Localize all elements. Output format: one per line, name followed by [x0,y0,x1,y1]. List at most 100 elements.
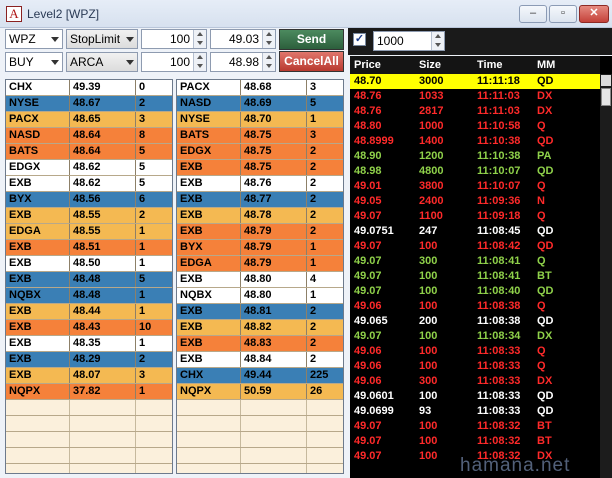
ask-row[interactable]: BYX 48.79 1 [177,240,343,256]
trade-row[interactable]: 49.07 100 11:08:32 BT [350,434,600,449]
trade-row[interactable]: 48.80 1000 11:10:58 Q [350,119,600,134]
order-type-combo[interactable]: StopLimit [66,29,138,49]
trade-row[interactable]: 49.06 100 11:08:33 Q [350,344,600,359]
ask-row[interactable]: EXB 48.82 2 [177,320,343,336]
ask-row[interactable]: PACX 48.68 3 [177,80,343,96]
time-sales-scrollbar[interactable] [600,74,612,478]
spin-up-icon[interactable] [435,34,441,38]
spin-down-icon[interactable] [266,41,272,45]
bid-row[interactable]: EXB 48.50 1 [6,256,172,272]
bid-row[interactable]: EXB 48.29 2 [6,352,172,368]
price-stepper[interactable]: 49.03 [210,29,276,49]
quantity-stepper[interactable]: 100 [141,29,207,49]
ask-row[interactable]: EXB 48.78 2 [177,208,343,224]
ask-row[interactable]: EXB 48.80 4 [177,272,343,288]
header-size[interactable]: Size [419,56,441,74]
spin-buttons[interactable] [193,53,206,71]
scroll-up-icon[interactable] [601,75,611,86]
spin-buttons[interactable] [431,32,444,50]
ask-row[interactable]: NQBX 48.80 1 [177,288,343,304]
header-time[interactable]: Time [477,56,502,74]
ask-row[interactable]: NQPX 50.59 26 [177,384,343,400]
trade-row[interactable]: 48.76 2817 11:11:03 DX [350,104,600,119]
bid-row[interactable]: BYX 48.56 6 [6,192,172,208]
ask-row[interactable]: NYSE 48.70 1 [177,112,343,128]
trade-row[interactable]: 49.07 1100 11:09:18 Q [350,209,600,224]
spin-up-icon[interactable] [197,32,203,36]
spin-up-icon[interactable] [266,32,272,36]
ask-row[interactable]: EXB 48.79 2 [177,224,343,240]
ask-row[interactable]: EXB 48.77 2 [177,192,343,208]
bid-row[interactable]: PACX 48.65 3 [6,112,172,128]
trade-row[interactable]: 49.07 100 11:08:42 QD [350,239,600,254]
route-combo[interactable]: ARCA [66,52,138,72]
trade-row[interactable]: 49.06 100 11:08:38 Q [350,299,600,314]
bid-row[interactable]: EXB 48.35 1 [6,336,172,352]
trade-row[interactable]: 49.07 100 11:08:41 BT [350,269,600,284]
bid-row[interactable]: EXB 48.48 5 [6,272,172,288]
bid-row[interactable]: EDGA 48.55 1 [6,224,172,240]
ask-row[interactable]: EDGA 48.79 1 [177,256,343,272]
bid-row[interactable]: EXB 48.07 3 [6,368,172,384]
trade-row[interactable]: 48.90 1200 11:10:38 PA [350,149,600,164]
trade-row[interactable]: 49.07 100 11:08:32 BT [350,419,600,434]
price-stepper-2[interactable]: 48.98 [210,52,276,72]
bid-row[interactable]: EXB 48.44 1 [6,304,172,320]
trade-row[interactable]: 49.06 300 11:08:33 DX [350,374,600,389]
ask-row[interactable]: EXB 48.75 2 [177,160,343,176]
bid-row[interactable]: CHX 49.39 0 [6,80,172,96]
bid-row[interactable]: NQPX 37.82 1 [6,384,172,400]
ask-row[interactable]: CHX 49.44 225 [177,368,343,384]
spin-down-icon[interactable] [266,64,272,68]
bid-row[interactable]: NYSE 48.67 2 [6,96,172,112]
trade-row[interactable]: 49.05 2400 11:09:36 N [350,194,600,209]
header-price[interactable]: Price [354,56,381,74]
ask-row[interactable]: EXB 48.76 2 [177,176,343,192]
spin-down-icon[interactable] [197,41,203,45]
trade-row[interactable]: 48.70 3000 11:11:18 QD [350,74,600,89]
trade-row[interactable]: 49.07 100 11:08:40 QD [350,284,600,299]
spin-down-icon[interactable] [435,43,441,47]
close-button[interactable]: ✕ [579,5,609,23]
trade-row[interactable]: 49.0699 93 11:08:33 QD [350,404,600,419]
spin-buttons[interactable] [262,53,275,71]
ask-row[interactable]: NASD 48.69 5 [177,96,343,112]
spin-buttons[interactable] [193,30,206,48]
trade-row[interactable]: 48.8999 1400 11:10:38 QD [350,134,600,149]
symbol-combo[interactable]: WPZ [5,29,63,49]
maximize-button[interactable]: ▫ [549,5,577,23]
trade-row[interactable]: 49.01 3800 11:10:07 Q [350,179,600,194]
minimize-button[interactable]: – [519,5,547,23]
time-sales-checkbox[interactable]: ✓ [353,33,366,46]
trade-row[interactable]: 48.98 4800 11:10:07 QD [350,164,600,179]
bid-row[interactable]: EDGX 48.62 5 [6,160,172,176]
spin-up-icon[interactable] [266,55,272,59]
ask-row[interactable]: EXB 48.81 2 [177,304,343,320]
trade-row[interactable]: 49.07 100 11:08:34 DX [350,329,600,344]
trade-row[interactable]: 49.0601 100 11:08:33 QD [350,389,600,404]
spin-down-icon[interactable] [197,64,203,68]
bid-row[interactable]: EXB 48.51 1 [6,240,172,256]
cancel-all-button[interactable]: CancelAll [279,51,344,72]
bid-row[interactable]: NQBX 48.48 1 [6,288,172,304]
header-mm[interactable]: MM [537,56,555,74]
trade-row[interactable]: 49.07 300 11:08:41 Q [350,254,600,269]
bid-row[interactable]: EXB 48.62 5 [6,176,172,192]
trade-row[interactable]: 49.0751 247 11:08:45 QD [350,224,600,239]
trade-row[interactable]: 49.065 200 11:08:38 QD [350,314,600,329]
quantity-stepper-2[interactable]: 100 [141,52,207,72]
scrollbar-thumb[interactable] [601,88,611,106]
send-button[interactable]: Send [279,29,344,50]
spin-up-icon[interactable] [197,55,203,59]
bid-row[interactable]: EXB 48.55 2 [6,208,172,224]
ask-row[interactable]: EXB 48.83 2 [177,336,343,352]
side-combo[interactable]: BUY [5,52,63,72]
ask-row[interactable]: EDGX 48.75 2 [177,144,343,160]
bid-row[interactable]: EXB 48.43 10 [6,320,172,336]
bid-row[interactable]: NASD 48.64 8 [6,128,172,144]
ask-row[interactable]: BATS 48.75 3 [177,128,343,144]
size-filter-stepper[interactable]: 1000 [373,31,445,51]
trade-row[interactable]: 48.76 1033 11:11:03 DX [350,89,600,104]
trade-row[interactable]: 49.06 100 11:08:33 Q [350,359,600,374]
spin-buttons[interactable] [262,30,275,48]
